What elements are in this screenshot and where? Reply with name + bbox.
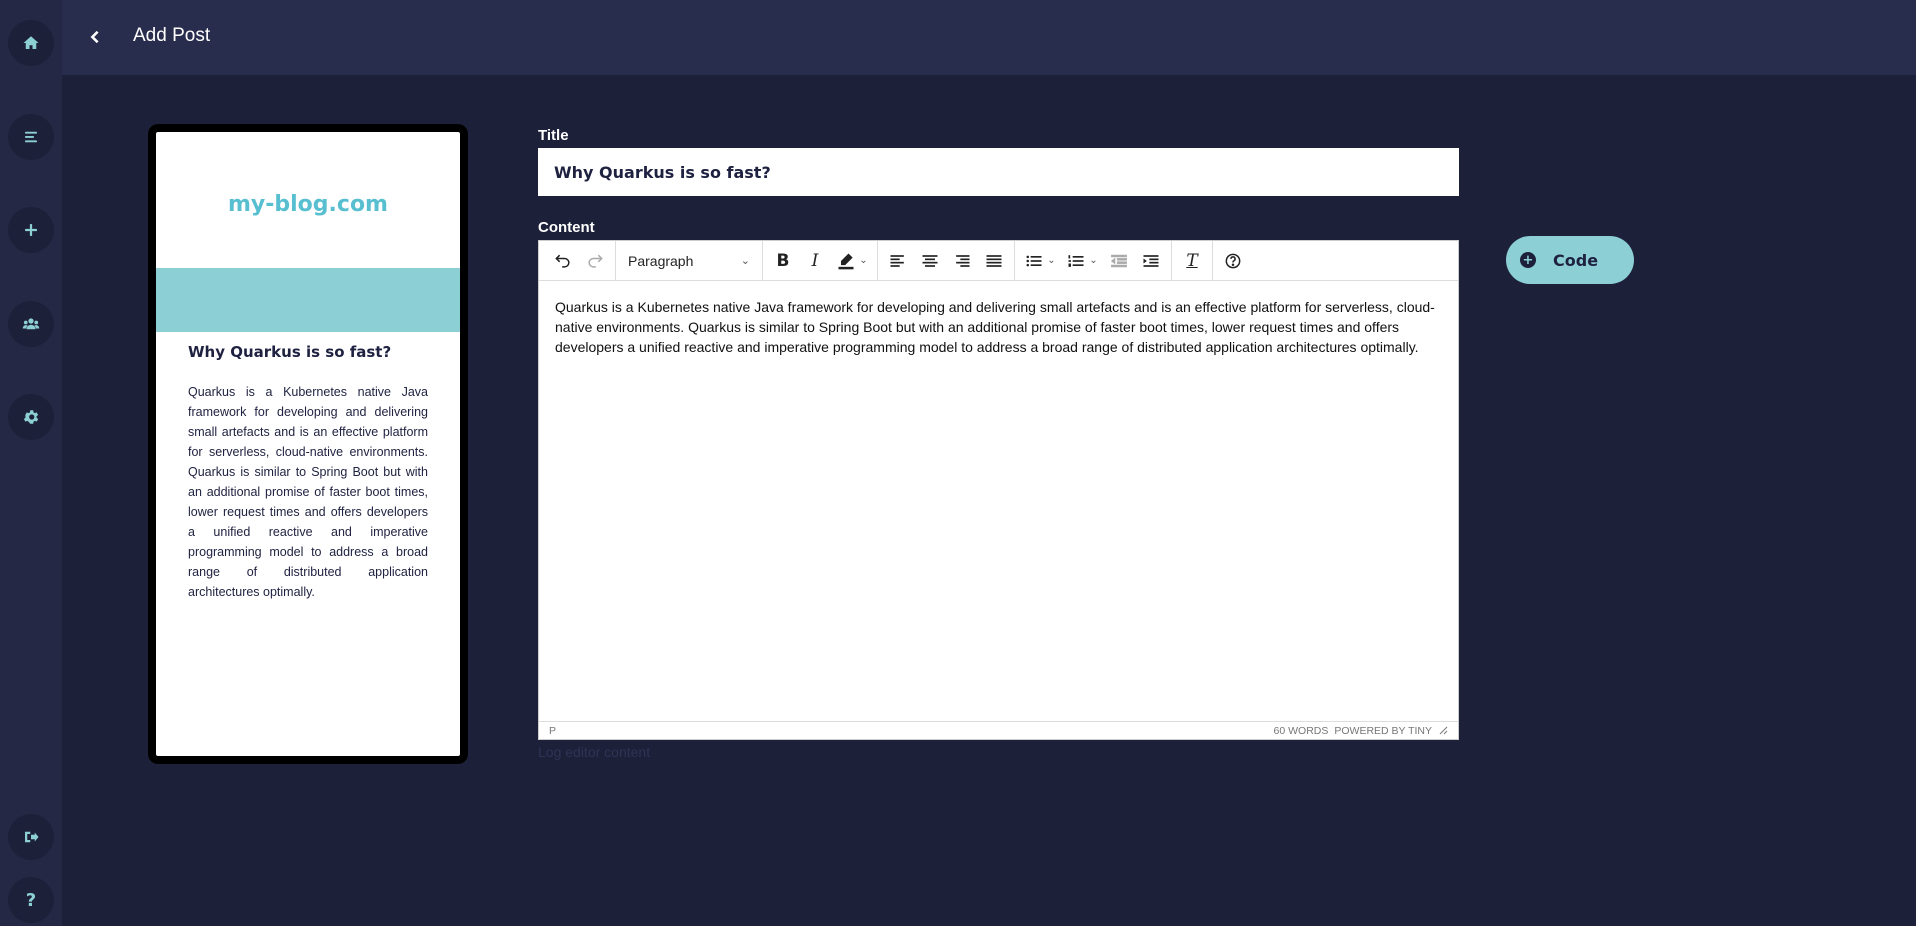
chevron-down-icon: ⌄ bbox=[1089, 255, 1098, 266]
redo-button[interactable] bbox=[579, 246, 611, 276]
chevron-down-icon: ⌄ bbox=[859, 255, 868, 266]
block-format-select[interactable]: Paragraph ⌄ bbox=[620, 246, 758, 276]
preview-banner bbox=[156, 268, 460, 332]
element-path[interactable]: P bbox=[549, 725, 556, 737]
outdent-button[interactable] bbox=[1103, 246, 1135, 276]
plus-circle-icon: + bbox=[1520, 252, 1536, 268]
help-group bbox=[1213, 241, 1253, 280]
editor-toolbar: Paragraph ⌄ B I ⌄ ⌄ ⌄ T bbox=[539, 241, 1458, 281]
editor-help-button[interactable] bbox=[1217, 246, 1249, 276]
preview-screen: my-blog.com Why Quarkus is so fast? Quar… bbox=[156, 132, 460, 756]
top-header: Add Post bbox=[62, 0, 1916, 75]
code-button-label: Code bbox=[1553, 250, 1599, 270]
title-input[interactable] bbox=[538, 148, 1459, 196]
resize-handle-icon[interactable] bbox=[1438, 725, 1448, 735]
page-title: Add Post bbox=[133, 25, 211, 46]
chevron-left-icon bbox=[90, 30, 99, 44]
sidebar-item-help[interactable]: ? bbox=[8, 877, 54, 923]
align-left-button[interactable] bbox=[882, 246, 914, 276]
content-label: Content bbox=[538, 219, 595, 236]
sidebar: ? bbox=[0, 0, 62, 926]
redo-icon bbox=[588, 254, 603, 268]
sidebar-item-users[interactable] bbox=[8, 301, 54, 347]
word-count[interactable]: 60 WORDS bbox=[1274, 725, 1329, 737]
sidebar-item-add[interactable] bbox=[8, 207, 54, 253]
bullet-list-button[interactable]: ⌄ bbox=[1019, 246, 1061, 276]
title-label: Title bbox=[538, 127, 569, 144]
log-editor-content-button[interactable]: Log editor content bbox=[538, 744, 650, 760]
text-style-group: B I ⌄ bbox=[763, 241, 878, 280]
sidebar-item-settings[interactable] bbox=[8, 394, 54, 440]
preview-post-title: Why Quarkus is so fast? bbox=[188, 343, 392, 361]
align-left-icon bbox=[890, 254, 904, 267]
clear-format-group: T bbox=[1172, 241, 1213, 280]
align-center-button[interactable] bbox=[914, 246, 946, 276]
list-group: ⌄ ⌄ bbox=[1015, 241, 1172, 280]
align-center-icon bbox=[922, 254, 938, 267]
undo-button[interactable] bbox=[547, 246, 579, 276]
clear-formatting-button[interactable]: T bbox=[1176, 246, 1208, 276]
align-justify-button[interactable] bbox=[978, 246, 1010, 276]
chevron-down-icon: ⌄ bbox=[1047, 255, 1056, 266]
align-right-icon bbox=[956, 254, 970, 267]
sidebar-item-home[interactable] bbox=[8, 20, 54, 66]
numbered-list-button[interactable]: ⌄ bbox=[1061, 246, 1103, 276]
gear-icon bbox=[23, 410, 39, 424]
indent-button[interactable] bbox=[1135, 246, 1167, 276]
bullet-list-icon bbox=[1026, 255, 1042, 266]
highlighter-icon bbox=[838, 253, 854, 269]
statusbar-right: 60 WORDS POWERED BY TINY bbox=[1274, 725, 1448, 737]
align-right-button[interactable] bbox=[946, 246, 978, 276]
alignment-group bbox=[878, 241, 1015, 280]
format-group: Paragraph ⌄ bbox=[616, 241, 763, 280]
preview-site-name: my-blog.com bbox=[228, 192, 388, 217]
indent-icon bbox=[1143, 254, 1159, 267]
editor-content-area[interactable]: Quarkus is a Kubernetes native Java fram… bbox=[539, 281, 1458, 721]
undo-icon bbox=[555, 254, 570, 268]
logout-icon bbox=[25, 831, 39, 843]
plus-icon bbox=[25, 224, 37, 236]
list-icon bbox=[25, 131, 37, 143]
code-button[interactable]: + Code bbox=[1506, 236, 1634, 284]
editor-statusbar: P 60 WORDS POWERED BY TINY bbox=[539, 721, 1458, 739]
block-format-value: Paragraph bbox=[628, 252, 694, 269]
italic-button[interactable]: I bbox=[799, 246, 831, 276]
history-group bbox=[543, 241, 616, 280]
outdent-icon bbox=[1110, 254, 1127, 267]
users-icon bbox=[22, 318, 40, 330]
chevron-down-icon: ⌄ bbox=[740, 254, 750, 267]
sidebar-item-posts[interactable] bbox=[8, 114, 54, 160]
bold-button[interactable]: B bbox=[767, 246, 799, 276]
home-icon bbox=[23, 36, 39, 49]
mobile-preview: my-blog.com Why Quarkus is so fast? Quar… bbox=[148, 124, 468, 764]
sidebar-item-logout[interactable] bbox=[8, 814, 54, 860]
italic-icon: I bbox=[811, 250, 819, 271]
numbered-list-icon bbox=[1068, 254, 1084, 267]
rich-text-editor: Paragraph ⌄ B I ⌄ ⌄ ⌄ T Quarkus is a Kub… bbox=[538, 240, 1459, 740]
back-button[interactable] bbox=[82, 24, 108, 50]
help-icon: ? bbox=[25, 889, 37, 911]
preview-post-body: Quarkus is a Kubernetes native Java fram… bbox=[188, 385, 428, 599]
powered-by-link[interactable]: POWERED BY TINY bbox=[1334, 725, 1432, 737]
highlight-color-button[interactable]: ⌄ bbox=[831, 246, 873, 276]
clear-formatting-icon: T bbox=[1186, 250, 1198, 271]
align-justify-icon bbox=[986, 254, 1002, 267]
bold-icon: B bbox=[776, 250, 790, 271]
question-circle-icon bbox=[1225, 253, 1241, 268]
